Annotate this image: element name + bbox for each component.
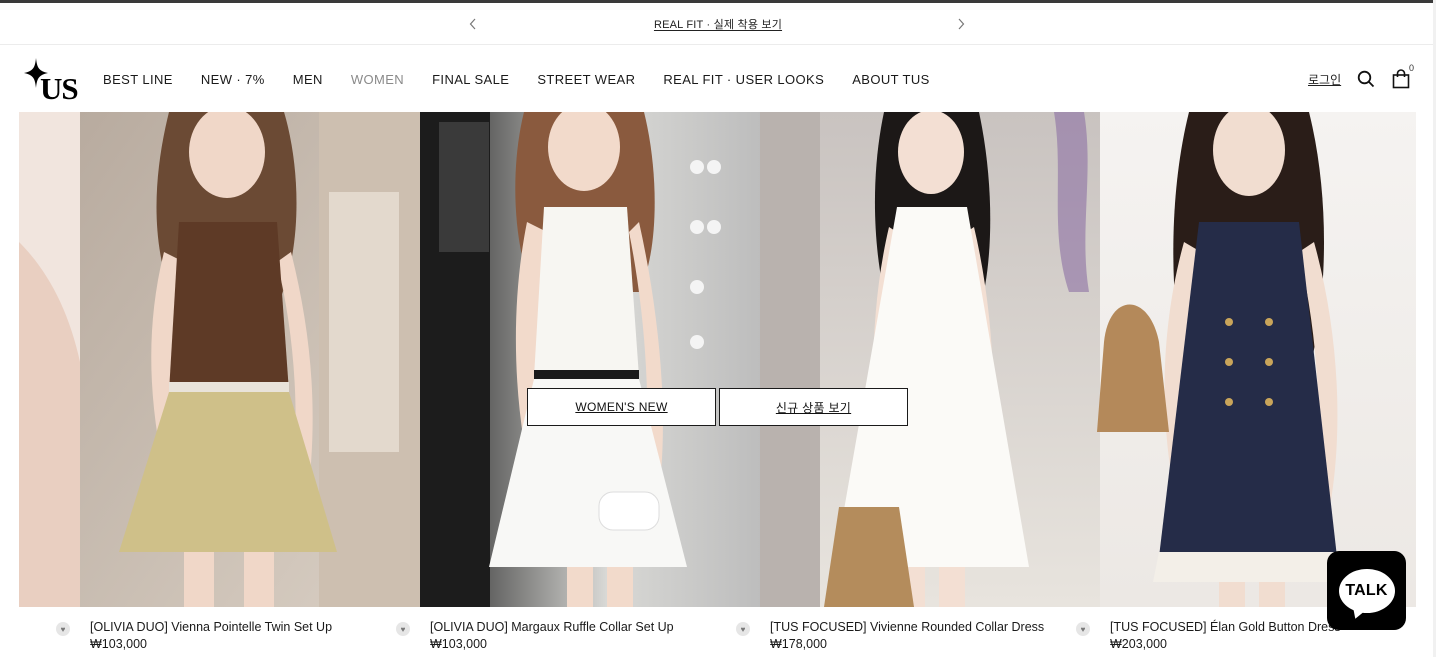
product-carousel[interactable] xyxy=(19,112,1416,607)
product-name[interactable]: [OLIVIA DUO] Margaux Ruffle Collar Set U… xyxy=(430,620,674,634)
product-price: ₩203,000 xyxy=(1110,637,1167,651)
product-card[interactable]: ♥ [TUS FOCUSED] Élan Gold Button Dress ₩… xyxy=(1076,620,1341,656)
search-icon[interactable] xyxy=(1357,66,1375,92)
login-link[interactable]: 로그인 xyxy=(1308,66,1341,92)
logo-mark: US xyxy=(24,58,79,106)
svg-text:US: US xyxy=(40,71,78,102)
nav-new[interactable]: NEW · 7% xyxy=(201,72,265,87)
product-card[interactable]: ♥ [OLIVIA DUO] Vienna Pointelle Twin Set… xyxy=(56,620,332,656)
announcement-bar: REAL FIT · 실제 착용 보기 xyxy=(0,3,1436,45)
product-image-partial xyxy=(19,112,80,607)
shopping-bag-icon[interactable] xyxy=(1392,66,1410,92)
product-price: ₩178,000 xyxy=(770,637,827,651)
product-price: ₩103,000 xyxy=(90,637,147,651)
product-image-4 xyxy=(1097,112,1416,607)
product-image-2 xyxy=(420,112,760,607)
chevron-right-icon[interactable] xyxy=(951,13,971,35)
nav-men[interactable]: MEN xyxy=(293,72,323,87)
heart-icon[interactable]: ♥ xyxy=(56,622,70,636)
nav-street-wear[interactable]: STREET WEAR xyxy=(537,72,635,87)
cart-count-badge: 0 xyxy=(1409,63,1415,73)
product-name[interactable]: [OLIVIA DUO] Vienna Pointelle Twin Set U… xyxy=(90,620,332,634)
product-name[interactable]: [TUS FOCUSED] Élan Gold Button Dress xyxy=(1110,620,1341,634)
product-card[interactable]: ♥ [OLIVIA DUO] Margaux Ruffle Collar Set… xyxy=(396,620,674,656)
announcement-link[interactable]: REAL FIT · 실제 착용 보기 xyxy=(654,19,782,31)
brand-logo[interactable]: US xyxy=(18,56,86,106)
view-new-products-button[interactable]: 신규 상품 보기 xyxy=(719,388,908,426)
heart-icon[interactable]: ♥ xyxy=(396,622,410,636)
nav-final-sale[interactable]: FINAL SALE xyxy=(432,72,509,87)
nav-real-fit[interactable]: REAL FIT · USER LOOKS xyxy=(663,72,824,87)
site-header: US BEST LINE NEW · 7% MEN WOMEN FINAL SA… xyxy=(0,46,1436,112)
product-card[interactable]: ♥ [TUS FOCUSED] Vivienne Rounded Collar … xyxy=(736,620,1044,656)
nav-women[interactable]: WOMEN xyxy=(351,72,404,87)
product-name[interactable]: [TUS FOCUSED] Vivienne Rounded Collar Dr… xyxy=(770,620,1044,634)
heart-icon[interactable]: ♥ xyxy=(736,622,750,636)
womens-new-button[interactable]: WOMEN'S NEW xyxy=(527,388,716,426)
nav-about[interactable]: ABOUT TUS xyxy=(852,72,930,87)
product-price: ₩103,000 xyxy=(430,637,487,651)
product-image-3 xyxy=(760,112,1100,607)
chat-bubble-icon: TALK xyxy=(1338,568,1395,613)
product-images xyxy=(19,112,1416,607)
chat-button[interactable]: TALK xyxy=(1327,551,1406,630)
announcement-text: REAL FIT · 실제 착용 보기 xyxy=(0,16,1436,32)
chat-label: TALK xyxy=(1345,581,1388,599)
nav-best-line[interactable]: BEST LINE xyxy=(103,72,173,87)
heart-icon[interactable]: ♥ xyxy=(1076,622,1090,636)
product-image-1 xyxy=(80,112,420,607)
main-nav: BEST LINE NEW · 7% MEN WOMEN FINAL SALE … xyxy=(103,70,958,88)
